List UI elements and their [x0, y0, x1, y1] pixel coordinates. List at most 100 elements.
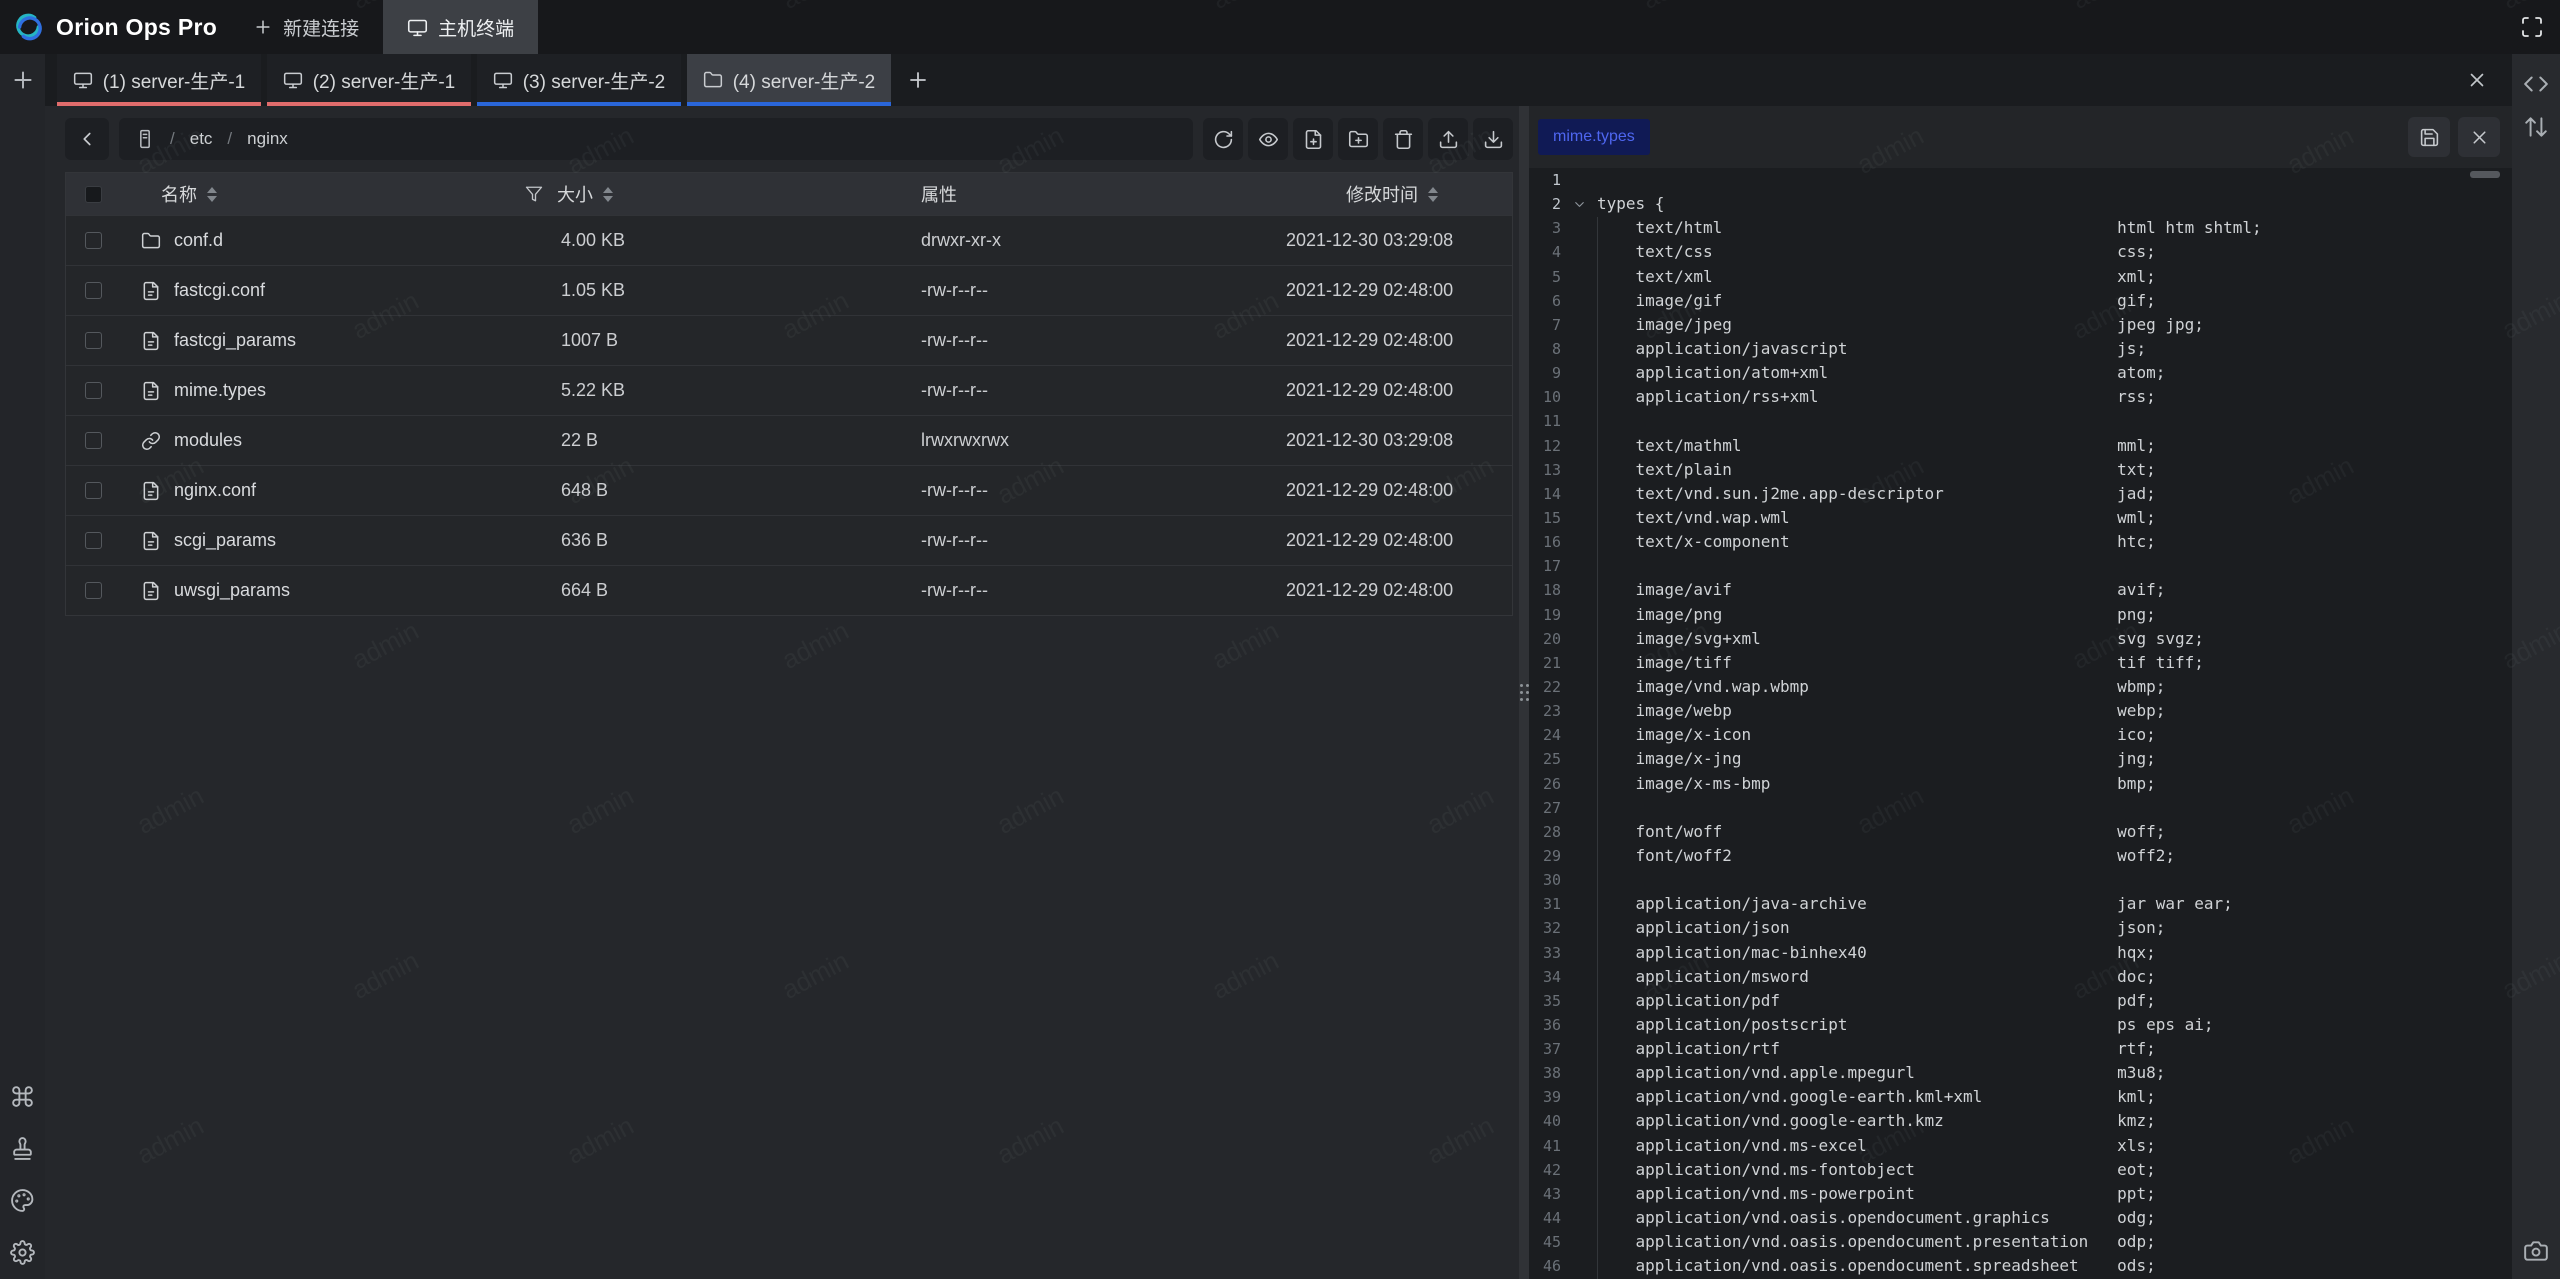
open-file-badge[interactable]: mime.types — [1538, 119, 1650, 155]
header-mtime[interactable]: 修改时间 — [1246, 181, 1512, 207]
code-line-1[interactable]: 1 — [1529, 168, 2512, 192]
code-view-button[interactable] — [2523, 71, 2549, 97]
code-line-41[interactable]: 41 application/vnd.ms-excel xls; — [1529, 1134, 2512, 1158]
menu-new-connection[interactable]: 新建连接 — [229, 0, 383, 54]
code-line-10[interactable]: 10 application/rss+xml rss; — [1529, 385, 2512, 409]
code-line-18[interactable]: 18 image/avif avif; — [1529, 578, 2512, 602]
preview-button[interactable] — [1248, 118, 1288, 160]
file-name[interactable]: uwsgi_params — [121, 580, 521, 601]
breadcrumb-segment-nginx[interactable]: nginx — [247, 129, 288, 149]
row-checkbox[interactable] — [85, 232, 102, 249]
code-line-45[interactable]: 45 application/vnd.oasis.opendocument.pr… — [1529, 1230, 2512, 1254]
row-checkbox[interactable] — [85, 532, 102, 549]
code-line-13[interactable]: 13 text/plain txt; — [1529, 458, 2512, 482]
fold-chevron-down-icon[interactable] — [1561, 192, 1597, 216]
editor-scrollbar-thumb[interactable] — [2470, 171, 2500, 178]
screenshot-button[interactable] — [2523, 1238, 2549, 1264]
breadcrumb-segment-etc[interactable]: etc — [190, 129, 213, 149]
menu-host-terminal[interactable]: 主机终端 — [383, 0, 538, 54]
code-line-30[interactable]: 30 — [1529, 868, 2512, 892]
file-row-mime.types[interactable]: mime.types5.22 KB-rw-r--r--2021-12-29 02… — [66, 365, 1512, 415]
code-line-6[interactable]: 6 image/gif gif; — [1529, 289, 2512, 313]
terminal-tab-4[interactable]: (4) server-生产-2 — [687, 54, 891, 106]
code-line-8[interactable]: 8 application/javascript js; — [1529, 337, 2512, 361]
header-size[interactable]: 大小 — [521, 181, 881, 207]
new-folder-button[interactable] — [1338, 118, 1378, 160]
code-line-46[interactable]: 46 application/vnd.oasis.opendocument.sp… — [1529, 1254, 2512, 1278]
delete-button[interactable] — [1383, 118, 1423, 160]
file-row-uwsgi_params[interactable]: uwsgi_params664 B-rw-r--r--2021-12-29 02… — [66, 565, 1512, 615]
code-line-36[interactable]: 36 application/postscript ps eps ai; — [1529, 1013, 2512, 1037]
close-panel-button[interactable] — [2466, 69, 2488, 91]
code-line-4[interactable]: 4 text/css css; — [1529, 240, 2512, 264]
code-line-27[interactable]: 27 — [1529, 796, 2512, 820]
code-line-26[interactable]: 26 image/x-ms-bmp bmp; — [1529, 772, 2512, 796]
code-line-9[interactable]: 9 application/atom+xml atom; — [1529, 361, 2512, 385]
panel-resize-handle[interactable] — [1519, 106, 1529, 1279]
close-editor-button[interactable] — [2458, 117, 2500, 157]
file-row-fastcgi_params[interactable]: fastcgi_params1007 B-rw-r--r--2021-12-29… — [66, 315, 1512, 365]
row-checkbox[interactable] — [85, 582, 102, 599]
file-row-modules[interactable]: modules22 Blrwxrwxrwx2021-12-30 03:29:08 — [66, 415, 1512, 465]
code-line-2[interactable]: 2types { — [1529, 192, 2512, 216]
code-line-44[interactable]: 44 application/vnd.oasis.opendocument.gr… — [1529, 1206, 2512, 1230]
refresh-button[interactable] — [1203, 118, 1243, 160]
file-row-nginx.conf[interactable]: nginx.conf648 B-rw-r--r--2021-12-29 02:4… — [66, 465, 1512, 515]
code-line-11[interactable]: 11 — [1529, 409, 2512, 433]
code-line-40[interactable]: 40 application/vnd.google-earth.kmz kmz; — [1529, 1109, 2512, 1133]
code-line-39[interactable]: 39 application/vnd.google-earth.kml+xml … — [1529, 1085, 2512, 1109]
code-line-21[interactable]: 21 image/tiff tif tiff; — [1529, 651, 2512, 675]
terminal-tab-3[interactable]: (3) server-生产-2 — [477, 54, 681, 106]
sidebar-item-settings[interactable] — [10, 1240, 35, 1265]
add-tab-button[interactable] — [891, 54, 945, 106]
code-line-25[interactable]: 25 image/x-jng jng; — [1529, 747, 2512, 771]
new-file-button[interactable] — [1293, 118, 1333, 160]
header-name[interactable]: 名称 — [121, 181, 521, 207]
code-line-37[interactable]: 37 application/rtf rtf; — [1529, 1037, 2512, 1061]
code-line-14[interactable]: 14 text/vnd.sun.j2me.app-descriptor jad; — [1529, 482, 2512, 506]
sort-mtime-control[interactable] — [1428, 187, 1438, 202]
file-name[interactable]: mime.types — [121, 380, 521, 401]
file-name[interactable]: conf.d — [121, 230, 521, 251]
row-checkbox[interactable] — [85, 482, 102, 499]
code-editor[interactable]: 12types {3 text/html html htm shtml;4 te… — [1529, 168, 2512, 1279]
row-checkbox[interactable] — [85, 332, 102, 349]
code-line-24[interactable]: 24 image/x-icon ico; — [1529, 723, 2512, 747]
row-checkbox[interactable] — [85, 282, 102, 299]
code-line-31[interactable]: 31 application/java-archive jar war ear; — [1529, 892, 2512, 916]
sidebar-item-shortcuts[interactable] — [10, 1084, 35, 1109]
row-checkbox[interactable] — [85, 382, 102, 399]
filter-icon[interactable] — [525, 185, 543, 203]
file-name[interactable]: nginx.conf — [121, 480, 521, 501]
code-line-17[interactable]: 17 — [1529, 554, 2512, 578]
code-line-19[interactable]: 19 image/png png; — [1529, 603, 2512, 627]
code-line-3[interactable]: 3 text/html html htm shtml; — [1529, 216, 2512, 240]
code-line-20[interactable]: 20 image/svg+xml svg svgz; — [1529, 627, 2512, 651]
code-line-38[interactable]: 38 application/vnd.apple.mpegurl m3u8; — [1529, 1061, 2512, 1085]
code-line-15[interactable]: 15 text/vnd.wap.wml wml; — [1529, 506, 2512, 530]
code-line-22[interactable]: 22 image/vnd.wap.wbmp wbmp; — [1529, 675, 2512, 699]
code-line-33[interactable]: 33 application/mac-binhex40 hqx; — [1529, 941, 2512, 965]
back-button[interactable] — [65, 118, 109, 160]
code-line-16[interactable]: 16 text/x-component htc; — [1529, 530, 2512, 554]
download-button[interactable] — [1473, 118, 1513, 160]
file-row-fastcgi.conf[interactable]: fastcgi.conf1.05 KB-rw-r--r--2021-12-29 … — [66, 265, 1512, 315]
sidebar-item-snippets[interactable] — [10, 1136, 35, 1161]
row-checkbox[interactable] — [85, 432, 102, 449]
fullscreen-button[interactable] — [2520, 15, 2544, 39]
terminal-tab-2[interactable]: (2) server-生产-1 — [267, 54, 471, 106]
terminal-tab-1[interactable]: (1) server-生产-1 — [57, 54, 261, 106]
code-line-28[interactable]: 28 font/woff woff; — [1529, 820, 2512, 844]
save-button[interactable] — [2408, 117, 2450, 157]
breadcrumb[interactable]: / etc / nginx — [119, 118, 1193, 160]
code-line-34[interactable]: 34 application/msword doc; — [1529, 965, 2512, 989]
code-line-7[interactable]: 7 image/jpeg jpeg jpg; — [1529, 313, 2512, 337]
file-row-scgi_params[interactable]: scgi_params636 B-rw-r--r--2021-12-29 02:… — [66, 515, 1512, 565]
file-name[interactable]: scgi_params — [121, 530, 521, 551]
sort-name-control[interactable] — [207, 187, 217, 202]
code-line-32[interactable]: 32 application/json json; — [1529, 916, 2512, 940]
select-all-checkbox[interactable] — [85, 186, 102, 203]
code-line-35[interactable]: 35 application/pdf pdf; — [1529, 989, 2512, 1013]
code-line-23[interactable]: 23 image/webp webp; — [1529, 699, 2512, 723]
code-line-43[interactable]: 43 application/vnd.ms-powerpoint ppt; — [1529, 1182, 2512, 1206]
